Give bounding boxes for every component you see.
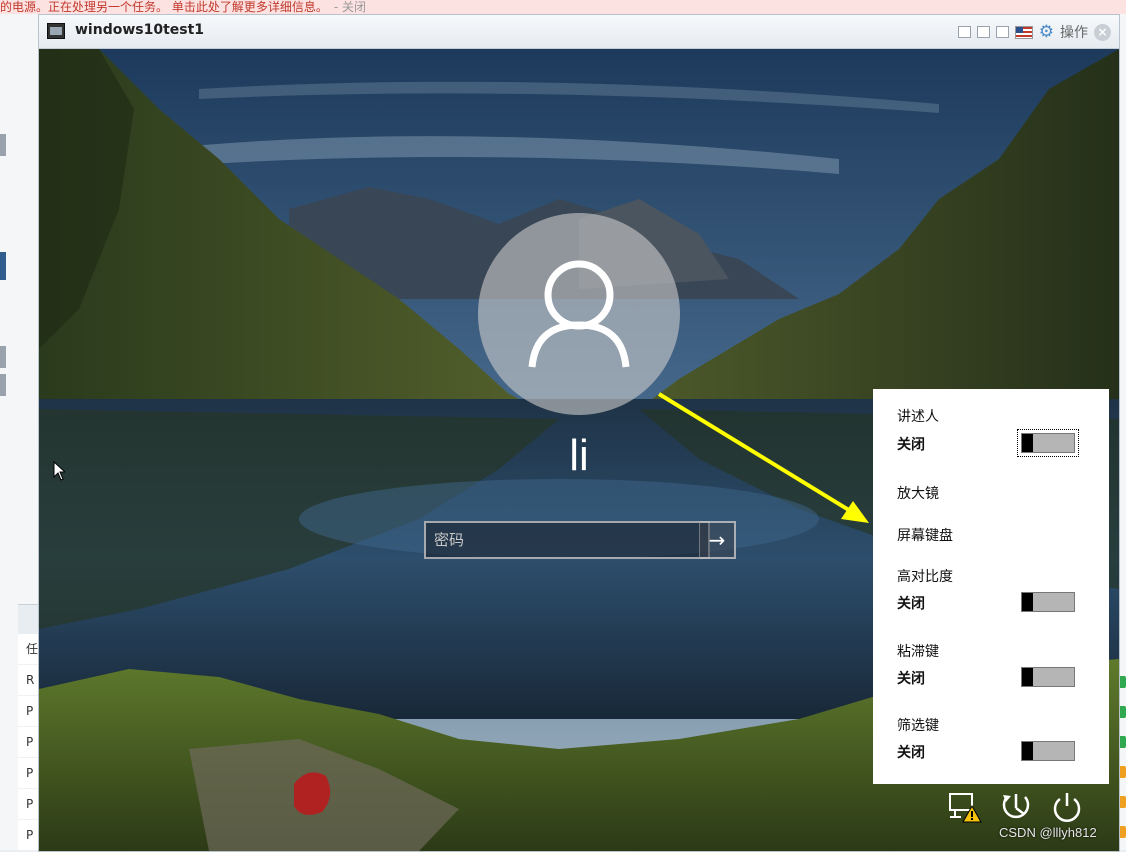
user-silhouette-icon <box>528 260 630 368</box>
password-input[interactable] <box>434 523 694 557</box>
vm-controls: ⚙ 操作 × <box>957 22 1111 42</box>
list-item[interactable]: R <box>18 665 40 696</box>
vm-titlebar[interactable]: windows10test1 ⚙ 操作 × <box>39 15 1119 49</box>
host-nav-marker[interactable] <box>0 374 6 396</box>
host-tasks-header <box>18 604 40 635</box>
notification-bar[interactable]: 的电源。正在处理另一个任务。 单击此处了解更多详细信息。 - 关闭 <box>0 0 1126 14</box>
ease-of-access-menu: 讲述人 关闭 放大镜 屏幕键盘 高对比度 关闭 粘滞键 关闭 筛选键 关闭 <box>873 389 1109 784</box>
password-field-wrapper[interactable] <box>424 521 710 559</box>
high-contrast-toggle[interactable] <box>1021 592 1075 612</box>
keyboard-language-flag-icon[interactable] <box>1014 25 1033 39</box>
list-item[interactable]: P <box>18 758 40 789</box>
high-contrast-state: 关闭 <box>897 596 925 612</box>
list-item[interactable]: P <box>18 820 40 851</box>
host-nav-marker[interactable] <box>0 346 6 368</box>
fit-window-button[interactable] <box>957 26 971 38</box>
network-warning-icon[interactable] <box>947 791 983 827</box>
toggle-knob <box>1022 668 1033 686</box>
on-screen-keyboard-item[interactable]: 屏幕键盘 <box>897 525 953 545</box>
close-icon[interactable]: × <box>1094 23 1111 41</box>
fullscreen-button[interactable] <box>995 26 1009 38</box>
sticky-keys-label[interactable]: 粘滞键 <box>897 641 939 661</box>
sticky-keys-toggle[interactable] <box>1021 667 1075 687</box>
list-item[interactable]: P <box>18 696 40 727</box>
list-item[interactable]: P <box>18 789 40 820</box>
gear-icon[interactable]: ⚙ <box>1039 23 1054 41</box>
toggle-knob <box>1022 434 1033 452</box>
power-icon[interactable] <box>1051 791 1083 827</box>
user-avatar[interactable] <box>478 213 680 415</box>
toggle-knob <box>1022 593 1033 611</box>
vm-screen[interactable]: li → 讲述人 关闭 放大镜 屏幕键盘 高对比度 关闭 粘滞键 关闭 筛选键 … <box>39 49 1119 851</box>
ease-of-access-icon[interactable] <box>999 791 1033 827</box>
sticky-keys-state: 关闭 <box>897 671 925 687</box>
magnifier-item[interactable]: 放大镜 <box>897 483 939 503</box>
submit-arrow-button[interactable]: → <box>699 521 736 559</box>
restore-button[interactable] <box>976 26 990 38</box>
list-item[interactable]: P <box>18 727 40 758</box>
host-recent-tasks-list: 任 R P P P P P <box>18 634 40 851</box>
filter-keys-label[interactable]: 筛选键 <box>897 715 939 735</box>
toggle-knob <box>1022 742 1033 760</box>
vm-console-window: windows10test1 ⚙ 操作 × li → 讲述人 关闭 放大镜 屏幕… <box>38 14 1120 852</box>
console-icon <box>47 23 65 39</box>
actions-menu-button[interactable]: 操作 <box>1060 22 1088 42</box>
host-nav-marker[interactable] <box>0 134 6 156</box>
filter-keys-state: 关闭 <box>897 745 925 761</box>
narrator-toggle[interactable] <box>1017 429 1079 457</box>
notification-text[interactable]: 的电源。正在处理另一个任务。 单击此处了解更多详细信息。 <box>0 0 328 14</box>
filter-keys-toggle[interactable] <box>1021 741 1075 761</box>
csdn-watermark: CSDN @lllyh812 <box>999 825 1097 840</box>
narrator-label[interactable]: 讲述人 <box>897 406 939 426</box>
list-item[interactable]: 任 <box>18 634 40 665</box>
vm-title: windows10test1 <box>75 22 205 38</box>
notification-close-link[interactable]: - 关闭 <box>334 0 366 14</box>
narrator-state: 关闭 <box>897 437 925 453</box>
host-nav-selected-marker[interactable] <box>0 252 6 280</box>
high-contrast-label[interactable]: 高对比度 <box>897 566 953 586</box>
